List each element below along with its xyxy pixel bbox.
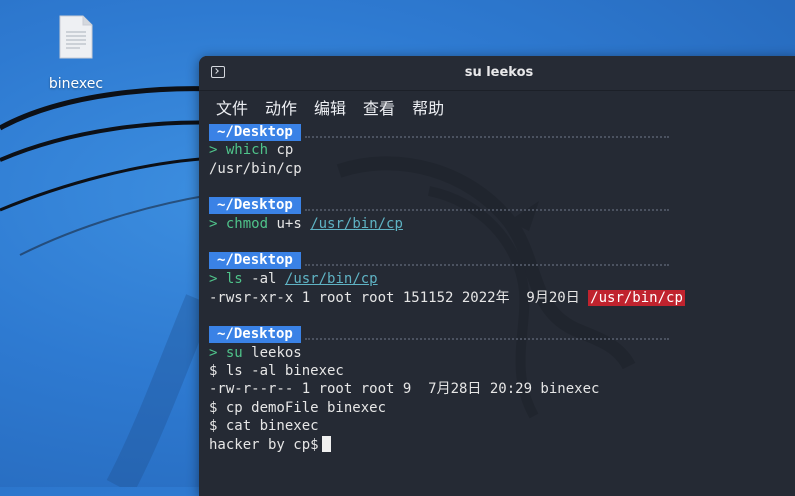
output-line: /usr/bin/cp bbox=[209, 160, 302, 177]
desktop-file-binexec[interactable]: binexec bbox=[38, 14, 114, 92]
path-link[interactable]: /usr/bin/cp bbox=[310, 216, 403, 232]
prompt-badge: ~/Desktop bbox=[209, 197, 301, 215]
prompt-badge: ~/Desktop bbox=[209, 123, 301, 141]
prompt-badge: ~/Desktop bbox=[209, 252, 301, 270]
current-input-line[interactable]: hacker by cp$ bbox=[209, 435, 795, 454]
prompt-line: ~/Desktop bbox=[209, 123, 795, 141]
file-icon bbox=[58, 14, 94, 60]
session-line: $ ls -al binexec bbox=[209, 363, 344, 380]
prompt-line: ~/Desktop bbox=[209, 197, 795, 215]
highlighted-path: /usr/bin/cp bbox=[588, 289, 685, 306]
menu-edit[interactable]: 编辑 bbox=[314, 95, 346, 119]
menu-file[interactable]: 文件 bbox=[216, 95, 248, 119]
menu-help[interactable]: 帮助 bbox=[412, 95, 444, 119]
menu-view[interactable]: 查看 bbox=[363, 95, 395, 119]
desktop-file-label: binexec bbox=[48, 76, 104, 92]
title-bar[interactable]: su leekos bbox=[199, 56, 795, 91]
session-line: $ cp demoFile binexec bbox=[209, 399, 387, 416]
session-line: $ cat binexec bbox=[209, 418, 319, 435]
menu-actions[interactable]: 动作 bbox=[265, 95, 297, 119]
command-line: > which cp bbox=[209, 142, 294, 159]
text-cursor bbox=[321, 435, 331, 452]
command-line: > su leekos bbox=[209, 344, 302, 361]
command-line: > chmod u+s /usr/bin/cp bbox=[209, 215, 403, 232]
session-line: -rw-r--r-- 1 root root 9 7月28日 20:29 bin… bbox=[209, 381, 600, 398]
output-line: -rwsr-xr-x 1 root root 151152 2022年 9月20… bbox=[209, 289, 685, 306]
terminal-output[interactable]: ~/Desktop > which cp /usr/bin/cp ~/Deskt… bbox=[199, 123, 795, 496]
terminal-window[interactable]: su leekos 文件 动作 编辑 查看 帮助 ~/Desktop > whi… bbox=[199, 56, 795, 496]
window-title: su leekos bbox=[464, 65, 534, 80]
prompt-line: ~/Desktop bbox=[209, 325, 795, 343]
prompt-badge: ~/Desktop bbox=[209, 325, 301, 343]
menu-bar: 文件 动作 编辑 查看 帮助 bbox=[199, 91, 795, 123]
command-line: > ls -al /usr/bin/cp bbox=[209, 271, 378, 288]
path-link[interactable]: /usr/bin/cp bbox=[285, 271, 378, 287]
prompt-line: ~/Desktop bbox=[209, 252, 795, 270]
